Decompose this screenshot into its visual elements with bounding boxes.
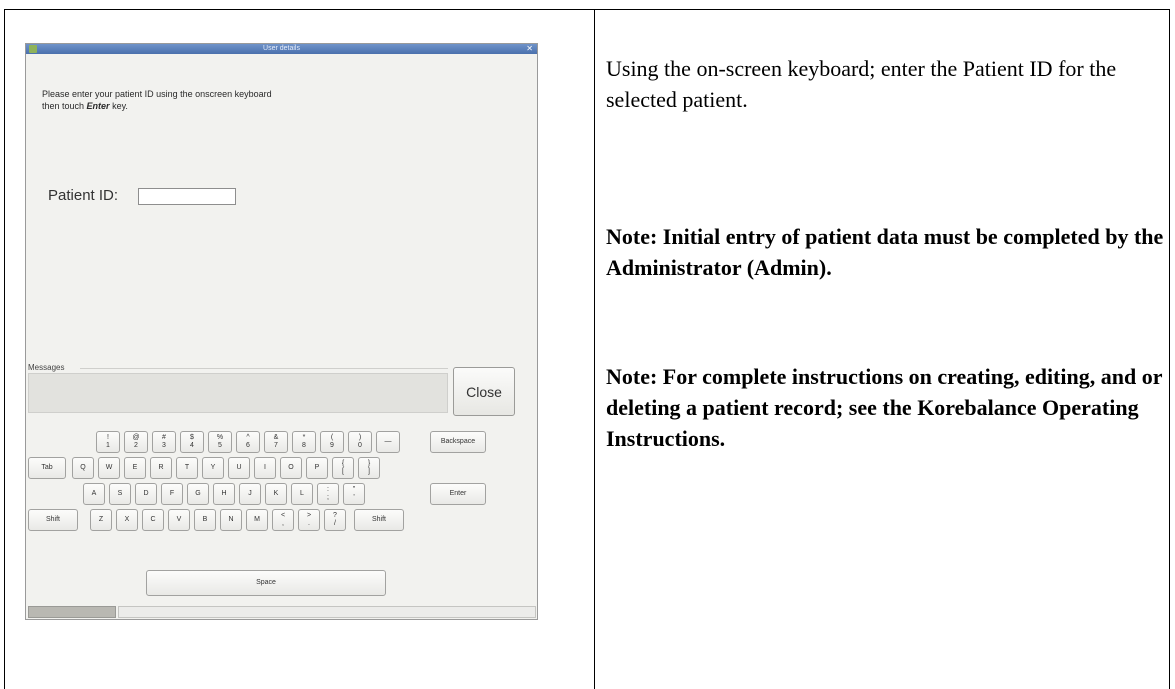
instruction-line-2: then touch Enter key. — [42, 100, 272, 112]
key-zxcv-2[interactable]: C — [142, 509, 164, 531]
key-qwerty-3[interactable]: R — [150, 457, 172, 479]
key-asdf-3[interactable]: F — [161, 483, 183, 505]
key-number-8[interactable]: ( 9 — [320, 431, 344, 453]
key-asdf-5[interactable]: H — [213, 483, 235, 505]
key-asdf-8[interactable]: L — [291, 483, 313, 505]
table-right-border — [1169, 9, 1170, 689]
instruction-text: Please enter your patient ID using the o… — [42, 88, 272, 112]
key-space[interactable]: Space — [146, 570, 386, 596]
key-asdf-1[interactable]: S — [109, 483, 131, 505]
key-number-1[interactable]: @ 2 — [124, 431, 148, 453]
key-qwerty-0[interactable]: Q — [72, 457, 94, 479]
messages-label: Messages — [28, 363, 65, 372]
key-number-5[interactable]: ^ 6 — [236, 431, 260, 453]
key-number-7[interactable]: * 8 — [292, 431, 316, 453]
key-asdf-6[interactable]: J — [239, 483, 261, 505]
key-qwerty-4[interactable]: T — [176, 457, 198, 479]
key-qwerty-1[interactable]: W — [98, 457, 120, 479]
key-number-9[interactable]: ) 0 — [348, 431, 372, 453]
key-asdf-10[interactable]: " ' — [343, 483, 365, 505]
window-titlebar: User details ✕ — [26, 44, 537, 54]
key-qwerty-11[interactable]: } ] — [358, 457, 380, 479]
key-qwerty-5[interactable]: Y — [202, 457, 224, 479]
patient-id-label: Patient ID: — [48, 187, 119, 204]
key-number-0[interactable]: ! 1 — [96, 431, 120, 453]
key-zxcv-4[interactable]: B — [194, 509, 216, 531]
key-backspace[interactable]: Backspace — [430, 431, 486, 453]
key-zxcv-9[interactable]: ? / — [324, 509, 346, 531]
messages-box — [28, 373, 448, 413]
instruction-enter-key: Enter — [86, 101, 110, 111]
key-shift-right[interactable]: Shift — [354, 509, 404, 531]
key-qwerty-9[interactable]: P — [306, 457, 328, 479]
user-details-window: User details ✕ Please enter your patient… — [25, 43, 538, 620]
messages-divider — [80, 368, 448, 369]
key-number-3[interactable]: $ 4 — [180, 431, 204, 453]
close-window-icon[interactable]: ✕ — [526, 44, 533, 54]
table-middle-border — [594, 9, 595, 689]
key-zxcv-6[interactable]: M — [246, 509, 268, 531]
key-qwerty-6[interactable]: U — [228, 457, 250, 479]
instruction-pre: then touch — [42, 101, 87, 111]
key-number-10[interactable]: — — [376, 431, 400, 453]
key-asdf-9[interactable]: : ; — [317, 483, 339, 505]
key-zxcv-7[interactable]: < , — [272, 509, 294, 531]
patient-id-input[interactable] — [138, 188, 236, 205]
key-asdf-4[interactable]: G — [187, 483, 209, 505]
instruction-paragraph: Using the on-screen keyboard; enter the … — [606, 56, 1117, 112]
key-qwerty-7[interactable]: I — [254, 457, 276, 479]
key-zxcv-1[interactable]: X — [116, 509, 138, 531]
key-zxcv-5[interactable]: N — [220, 509, 242, 531]
key-asdf-0[interactable]: A — [83, 483, 105, 505]
table-top-border — [4, 9, 1170, 10]
key-number-2[interactable]: # 3 — [152, 431, 176, 453]
key-zxcv-0[interactable]: Z — [90, 509, 112, 531]
note-operating-instructions: Note: For complete instructions on creat… — [606, 364, 1163, 451]
window-title: User details — [263, 45, 300, 52]
key-asdf-2[interactable]: D — [135, 483, 157, 505]
key-enter[interactable]: Enter — [430, 483, 486, 505]
status-bar-left — [28, 606, 116, 618]
instruction-post: key. — [109, 101, 128, 111]
close-button[interactable]: Close — [453, 367, 515, 416]
key-qwerty-8[interactable]: O — [280, 457, 302, 479]
status-bar-right — [118, 606, 536, 618]
key-zxcv-3[interactable]: V — [168, 509, 190, 531]
table-left-border — [4, 9, 5, 689]
key-zxcv-8[interactable]: > . — [298, 509, 320, 531]
key-tab[interactable]: Tab — [28, 457, 66, 479]
key-shift-left[interactable]: Shift — [28, 509, 78, 531]
key-asdf-7[interactable]: K — [265, 483, 287, 505]
key-number-6[interactable]: & 7 — [264, 431, 288, 453]
key-number-4[interactable]: % 5 — [208, 431, 232, 453]
key-qwerty-2[interactable]: E — [124, 457, 146, 479]
instruction-line-1: Please enter your patient ID using the o… — [42, 89, 272, 99]
note-admin-entry: Note: Initial entry of patient data must… — [606, 224, 1164, 280]
key-qwerty-10[interactable]: { [ — [332, 457, 354, 479]
